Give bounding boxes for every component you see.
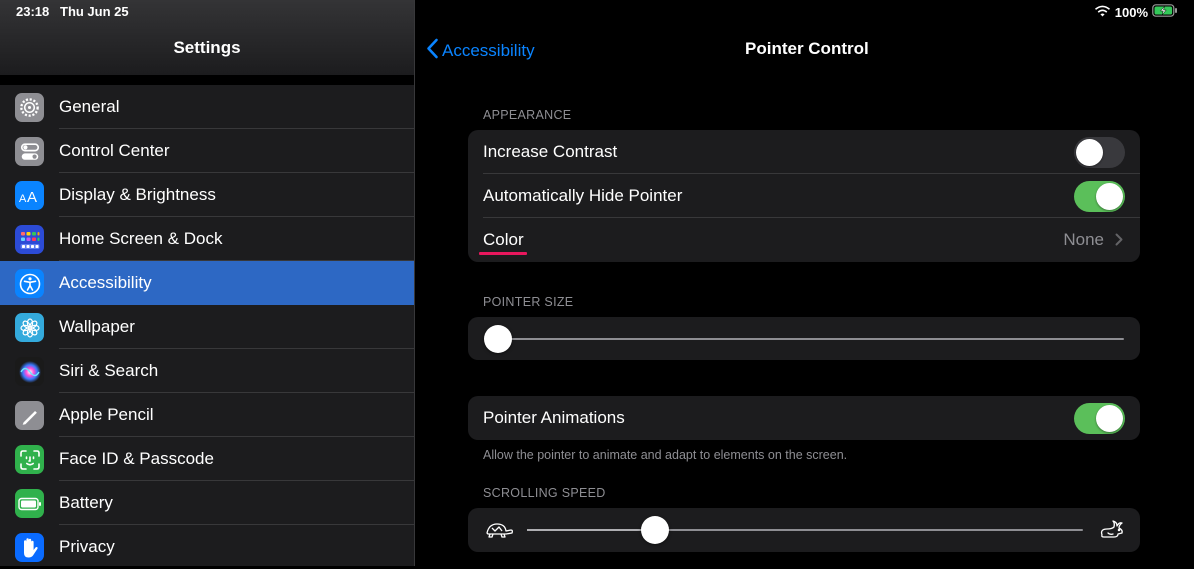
- sidebar-list: General Control Center AA Display & Brig…: [0, 85, 414, 569]
- sidebar-item-apple-pencil[interactable]: Apple Pencil: [0, 393, 414, 437]
- sidebar-item-battery[interactable]: Battery: [0, 481, 414, 525]
- sidebar-item-label: Apple Pencil: [59, 405, 154, 424]
- sidebar-item-label: Wallpaper: [59, 317, 135, 336]
- back-button[interactable]: Accessibility: [426, 38, 535, 64]
- sidebar-item-label: General: [59, 97, 120, 116]
- sidebar-header: 23:18 Thu Jun 25 Settings: [0, 0, 414, 75]
- sidebar-item-privacy[interactable]: Privacy: [0, 525, 414, 569]
- increase-contrast-row: Increase Contrast: [468, 130, 1140, 174]
- battery-charging-icon: [1152, 4, 1178, 20]
- toggle-knob: [1076, 139, 1103, 166]
- pointer-animations-row: Pointer Animations: [468, 396, 1140, 440]
- pencil-icon: [15, 401, 44, 430]
- svg-text:A: A: [27, 189, 37, 206]
- sidebar-item-face-id-passcode[interactable]: Face ID & Passcode: [0, 437, 414, 481]
- sidebar-item-wallpaper[interactable]: Wallpaper: [0, 305, 414, 349]
- pointer-size-section-header: POINTER SIZE: [483, 295, 574, 309]
- face-id-icon: [15, 445, 44, 474]
- battery-icon: [15, 489, 44, 518]
- color-row[interactable]: Color None: [468, 218, 1140, 262]
- pointer-animations-group: Pointer Animations: [468, 396, 1140, 440]
- sidebar-item-accessibility[interactable]: Accessibility: [0, 261, 414, 305]
- status-indicators: 100%: [1094, 4, 1178, 20]
- turtle-icon: [484, 520, 514, 545]
- sidebar-divider: [0, 75, 414, 85]
- appearance-section-header: APPEARANCE: [483, 108, 572, 122]
- sidebar-item-siri-search[interactable]: Siri & Search: [0, 349, 414, 393]
- pointer-size-group: [468, 317, 1140, 360]
- toggle-knob: [1096, 183, 1123, 210]
- auto-hide-pointer-label: Automatically Hide Pointer: [483, 186, 683, 205]
- color-value: None: [1063, 230, 1104, 249]
- text-size-icon: AA: [15, 181, 44, 210]
- scrolling-speed-slider[interactable]: [640, 516, 669, 544]
- auto-hide-pointer-row: Automatically Hide Pointer: [468, 174, 1140, 218]
- accessibility-icon: [15, 269, 44, 298]
- toggle-knob: [1096, 405, 1123, 432]
- increase-contrast-toggle[interactable]: [1074, 137, 1125, 168]
- back-button-label: Accessibility: [442, 41, 535, 60]
- battery-percent: 100%: [1114, 4, 1148, 20]
- pointer-animations-toggle[interactable]: [1074, 403, 1125, 434]
- color-label: Color: [483, 230, 524, 249]
- pointer-animations-label: Pointer Animations: [483, 408, 625, 427]
- wifi-icon: [1094, 5, 1111, 20]
- chevron-right-icon: [1115, 233, 1123, 251]
- gear-icon: [15, 93, 44, 122]
- sidebar-item-display-brightness[interactable]: AA Display & Brightness: [0, 173, 414, 217]
- chevron-left-icon: [426, 38, 439, 64]
- rabbit-icon: [1097, 519, 1125, 546]
- sidebar-item-control-center[interactable]: Control Center: [0, 129, 414, 173]
- status-date: Thu Jun 25: [60, 4, 129, 19]
- sidebar-item-label: Privacy: [59, 537, 115, 556]
- flower-icon: [15, 313, 44, 342]
- sidebar-item-general[interactable]: General: [0, 85, 414, 129]
- sidebar-title: Settings: [173, 38, 241, 57]
- svg-text:A: A: [19, 193, 27, 205]
- highlight-underline: [479, 252, 527, 255]
- status-time: 23:18: [16, 4, 50, 19]
- sidebar-item-label: Siri & Search: [59, 361, 159, 380]
- pointer-size-track: [498, 338, 1124, 340]
- siri-icon: [15, 357, 44, 386]
- settings-sidebar: 23:18 Thu Jun 25 Settings General Contro…: [0, 0, 414, 566]
- auto-hide-pointer-toggle[interactable]: [1074, 181, 1125, 212]
- sidebar-item-label: Face ID & Passcode: [59, 449, 214, 468]
- sidebar-item-label: Accessibility: [59, 273, 152, 292]
- home-grid-icon: [15, 225, 44, 254]
- toggles-icon: [15, 137, 44, 166]
- sidebar-item-label: Battery: [59, 493, 113, 512]
- increase-contrast-label: Increase Contrast: [483, 142, 618, 161]
- scrolling-speed-group: [468, 508, 1140, 552]
- sidebar-item-label: Display & Brightness: [59, 185, 216, 204]
- pointer-size-slider[interactable]: [484, 325, 512, 353]
- page-title: Pointer Control: [745, 39, 869, 58]
- sidebar-item-label: Control Center: [59, 141, 170, 160]
- sidebar-item-label: Home Screen & Dock: [59, 229, 223, 248]
- scrolling-speed-fill: [527, 529, 655, 531]
- scrolling-speed-section-header: SCROLLING SPEED: [483, 486, 606, 500]
- sidebar-item-home-screen-dock[interactable]: Home Screen & Dock: [0, 217, 414, 261]
- appearance-group: Increase Contrast Automatically Hide Poi…: [468, 130, 1140, 262]
- split-view-divider: [414, 0, 415, 566]
- hand-icon: [15, 533, 44, 562]
- pointer-animations-footnote: Allow the pointer to animate and adapt t…: [483, 448, 848, 462]
